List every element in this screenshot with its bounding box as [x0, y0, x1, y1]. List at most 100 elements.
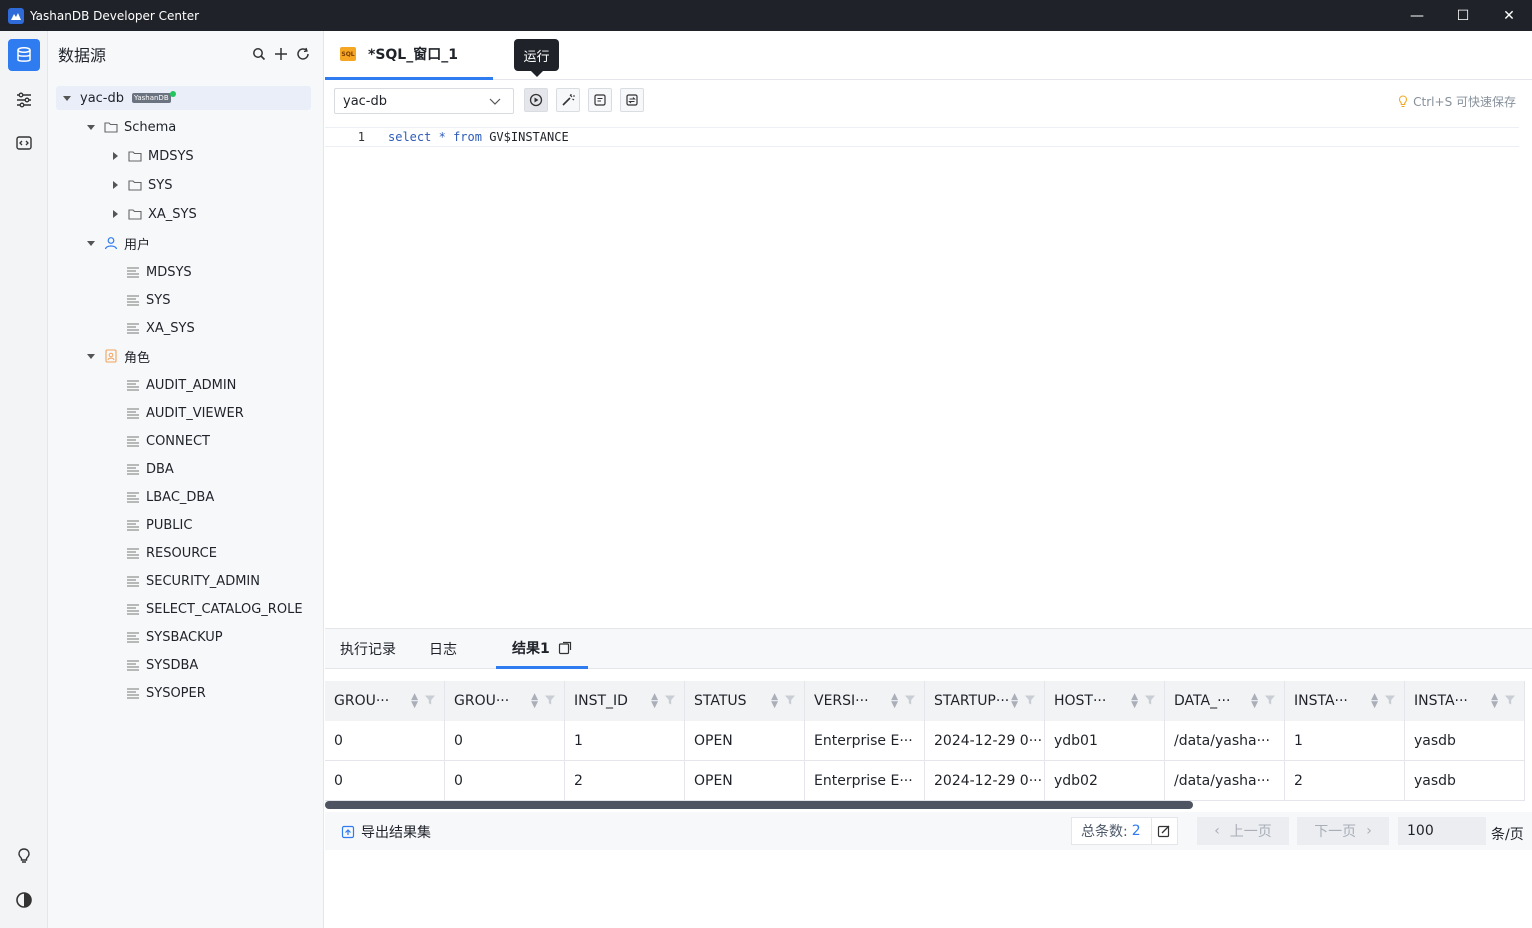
tab-result-1[interactable]: 结果1	[496, 629, 588, 669]
table-cell[interactable]: /data/yasha···	[1165, 761, 1285, 801]
tree-node-users[interactable]: 用户	[86, 231, 150, 255]
column-header[interactable]: INSTA··· ▲ ▼	[1405, 681, 1525, 721]
table-cell[interactable]: 1	[1285, 721, 1405, 761]
run-button[interactable]	[524, 88, 548, 112]
tree-node-role[interactable]: DBA	[126, 457, 174, 481]
code-activity-button[interactable]	[8, 127, 40, 159]
datasource-activity-button[interactable]	[8, 39, 40, 71]
tree-node-yac-db[interactable]: yac-db YashanDB	[56, 86, 311, 110]
next-page-button[interactable]: 下一页 ›	[1297, 817, 1389, 845]
format-button[interactable]	[556, 88, 580, 112]
filter-icon[interactable]	[1264, 694, 1276, 710]
sort-icon[interactable]: ▲ ▼	[1011, 693, 1018, 710]
tree-node-role[interactable]: LBAC_DBA	[126, 485, 214, 509]
search-icon[interactable]	[251, 46, 267, 62]
caret-right-icon[interactable]	[110, 180, 120, 190]
tree-node-schema-xa-sys[interactable]: XA_SYS	[110, 202, 197, 226]
tree-node-user-xa-sys[interactable]: XA_SYS	[126, 316, 195, 340]
filter-icon[interactable]	[1384, 694, 1396, 710]
column-header[interactable]: INSTA··· ▲ ▼	[1285, 681, 1405, 721]
filter-icon[interactable]	[664, 694, 676, 710]
sort-icon[interactable]: ▲ ▼	[411, 693, 418, 710]
filter-icon[interactable]	[544, 694, 556, 710]
table-cell[interactable]: /data/yasha···	[1165, 721, 1285, 761]
sort-icon[interactable]: ▲ ▼	[1251, 693, 1258, 710]
tree-node-schema-sys[interactable]: SYS	[110, 173, 172, 197]
table-cell[interactable]: OPEN	[685, 761, 805, 801]
caret-down-icon[interactable]	[62, 93, 72, 103]
table-cell[interactable]: Enterprise E···	[805, 721, 925, 761]
filter-icon[interactable]	[904, 694, 916, 710]
table-cell[interactable]: yasdb	[1405, 721, 1525, 761]
table-cell[interactable]: 2	[565, 761, 685, 801]
maximize-button[interactable]: ☐	[1440, 0, 1486, 31]
tree-node-role[interactable]: SECURITY_ADMIN	[126, 569, 260, 593]
tree-node-role[interactable]: AUDIT_VIEWER	[126, 401, 244, 425]
tree-node-role[interactable]: SYSOPER	[126, 681, 206, 705]
filter-icon[interactable]	[1504, 694, 1516, 710]
database-select[interactable]: yac-db	[334, 88, 514, 114]
caret-right-icon[interactable]	[110, 151, 120, 161]
caret-down-icon[interactable]	[86, 122, 96, 132]
refresh-icon[interactable]	[295, 46, 311, 62]
table-cell[interactable]: yasdb	[1405, 761, 1525, 801]
tree-node-role[interactable]: SYSDBA	[126, 653, 198, 677]
table-cell[interactable]: OPEN	[685, 721, 805, 761]
table-cell[interactable]: 2024-12-29 0···	[925, 721, 1045, 761]
tab-execution-history[interactable]: 执行记录	[340, 629, 396, 669]
add-icon[interactable]	[273, 46, 289, 62]
filter-icon[interactable]	[784, 694, 796, 710]
column-header[interactable]: STATUS ▲ ▼	[685, 681, 805, 721]
column-header[interactable]: VERSI··· ▲ ▼	[805, 681, 925, 721]
table-cell[interactable]: 0	[445, 761, 565, 801]
horizontal-scrollbar[interactable]	[325, 801, 1193, 809]
tips-activity-button[interactable]	[8, 840, 40, 872]
export-results-button[interactable]: 导出结果集	[341, 822, 431, 842]
minimize-button[interactable]: —	[1394, 0, 1440, 31]
sort-icon[interactable]: ▲ ▼	[1371, 693, 1378, 710]
table-cell[interactable]: ydb02	[1045, 761, 1165, 801]
table-cell[interactable]: ydb01	[1045, 721, 1165, 761]
prev-page-button[interactable]: ‹ 上一页	[1197, 817, 1289, 845]
table-cell[interactable]: Enterprise E···	[805, 761, 925, 801]
table-row[interactable]: 0 0 1 OPEN Enterprise E··· 2024-12-29 0··· ydb…	[325, 721, 1525, 761]
tree-node-role[interactable]: AUDIT_ADMIN	[126, 373, 236, 397]
column-header[interactable]: GROU··· ▲ ▼	[445, 681, 565, 721]
table-cell[interactable]: 2024-12-29 0···	[925, 761, 1045, 801]
sort-icon[interactable]: ▲ ▼	[771, 693, 778, 710]
explain-button[interactable]	[588, 88, 612, 112]
page-size-input[interactable]: 100	[1398, 817, 1486, 845]
close-button[interactable]: ✕	[1486, 0, 1532, 31]
tree-node-role[interactable]: CONNECT	[126, 429, 210, 453]
tree-node-role[interactable]: SELECT_CATALOG_ROLE	[126, 597, 303, 621]
code-line[interactable]: 1 select * from GV$INSTANCE	[325, 127, 1519, 147]
sort-icon[interactable]: ▲ ▼	[651, 693, 658, 710]
tree-node-roles[interactable]: 角色	[86, 344, 150, 368]
tree-node-role[interactable]: SYSBACKUP	[126, 625, 223, 649]
tab-sql-window-1[interactable]: SQL *SQL_窗口_1	[325, 31, 493, 80]
tree-node-schema[interactable]: Schema	[86, 115, 176, 139]
table-cell[interactable]: 0	[325, 761, 445, 801]
sort-icon[interactable]: ▲ ▼	[1131, 693, 1138, 710]
sort-icon[interactable]: ▲ ▼	[531, 693, 538, 710]
transaction-button[interactable]	[620, 88, 644, 112]
sort-icon[interactable]: ▲ ▼	[891, 693, 898, 710]
column-header[interactable]: HOST··· ▲ ▼	[1045, 681, 1165, 721]
count-refresh-button[interactable]	[1150, 818, 1177, 844]
caret-down-icon[interactable]	[86, 238, 96, 248]
column-header[interactable]: DATA_··· ▲ ▼	[1165, 681, 1285, 721]
tree-node-schema-mdsys[interactable]: MDSYS	[110, 144, 194, 168]
caret-right-icon[interactable]	[110, 209, 120, 219]
table-cell[interactable]: 2	[1285, 761, 1405, 801]
theme-activity-button[interactable]	[8, 884, 40, 916]
caret-down-icon[interactable]	[86, 351, 96, 361]
code-text[interactable]: select * from GV$INSTANCE	[388, 130, 569, 144]
column-header[interactable]: INST_ID ▲ ▼	[565, 681, 685, 721]
filter-icon[interactable]	[1144, 694, 1156, 710]
table-cell[interactable]: 0	[445, 721, 565, 761]
column-header[interactable]: STARTUP··· ▲ ▼	[925, 681, 1045, 721]
tree-node-user-mdsys[interactable]: MDSYS	[126, 260, 192, 284]
tree-node-role[interactable]: PUBLIC	[126, 513, 192, 537]
filter-icon[interactable]	[1024, 694, 1036, 710]
tree-node-role[interactable]: RESOURCE	[126, 541, 217, 565]
